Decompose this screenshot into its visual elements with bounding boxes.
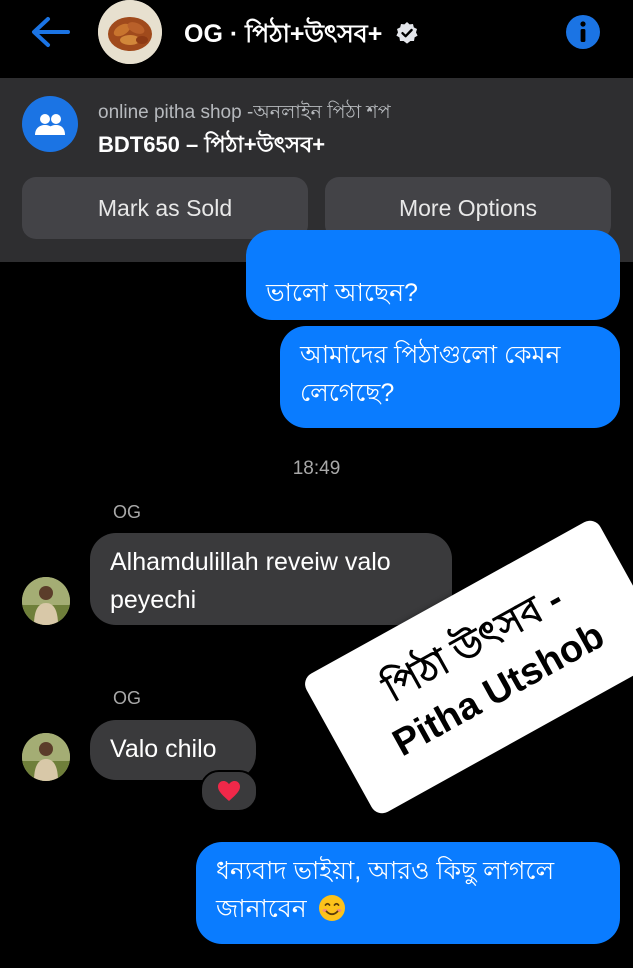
message-outgoing[interactable]: আমাদের পিঠাগুলো কেমন লেগেছে? [280,326,620,428]
person-photo-icon [22,577,70,625]
pitha-photo-icon [98,0,162,64]
chat-header: OG · পিঠা+উৎসব+ [0,0,633,78]
info-icon[interactable] [565,14,601,50]
message-reaction[interactable] [200,770,258,812]
shop-name: online pitha shop -অনলাইন পিঠা শপ [98,102,391,123]
message-incoming[interactable]: Alhamdulillah reveiw valo peyechi [90,533,452,625]
smiling-face-icon [318,895,345,921]
sender-name: OG [113,502,142,522]
back-arrow-icon[interactable] [28,14,72,50]
message-outgoing[interactable]: ধন্যবাদ ভাইয়া, আরও কিছু লাগলে জানাবেন [196,842,620,944]
message-timestamp: 18:49 [292,458,341,479]
user-avatar[interactable] [22,577,70,625]
heart-icon [218,781,240,801]
message-text: ধন্যবাদ ভাইয়া, আরও কিছু লাগলে জানাবেন [216,857,555,923]
message-outgoing[interactable]: ভালো আছেন? [246,230,620,320]
verified-badge-icon [396,22,418,44]
page-avatar[interactable] [98,0,162,64]
page-title-text: OG · পিঠা+উৎসব+ [184,20,383,48]
person-photo-icon [22,733,70,781]
user-avatar[interactable] [22,733,70,781]
listing-price-title[interactable]: BDT650 – পিঠা+উৎসব+ [98,128,325,165]
group-icon [22,96,78,152]
page-title[interactable]: OG · পিঠা+উৎসব+ [184,14,419,57]
sender-name: OG [113,688,142,708]
